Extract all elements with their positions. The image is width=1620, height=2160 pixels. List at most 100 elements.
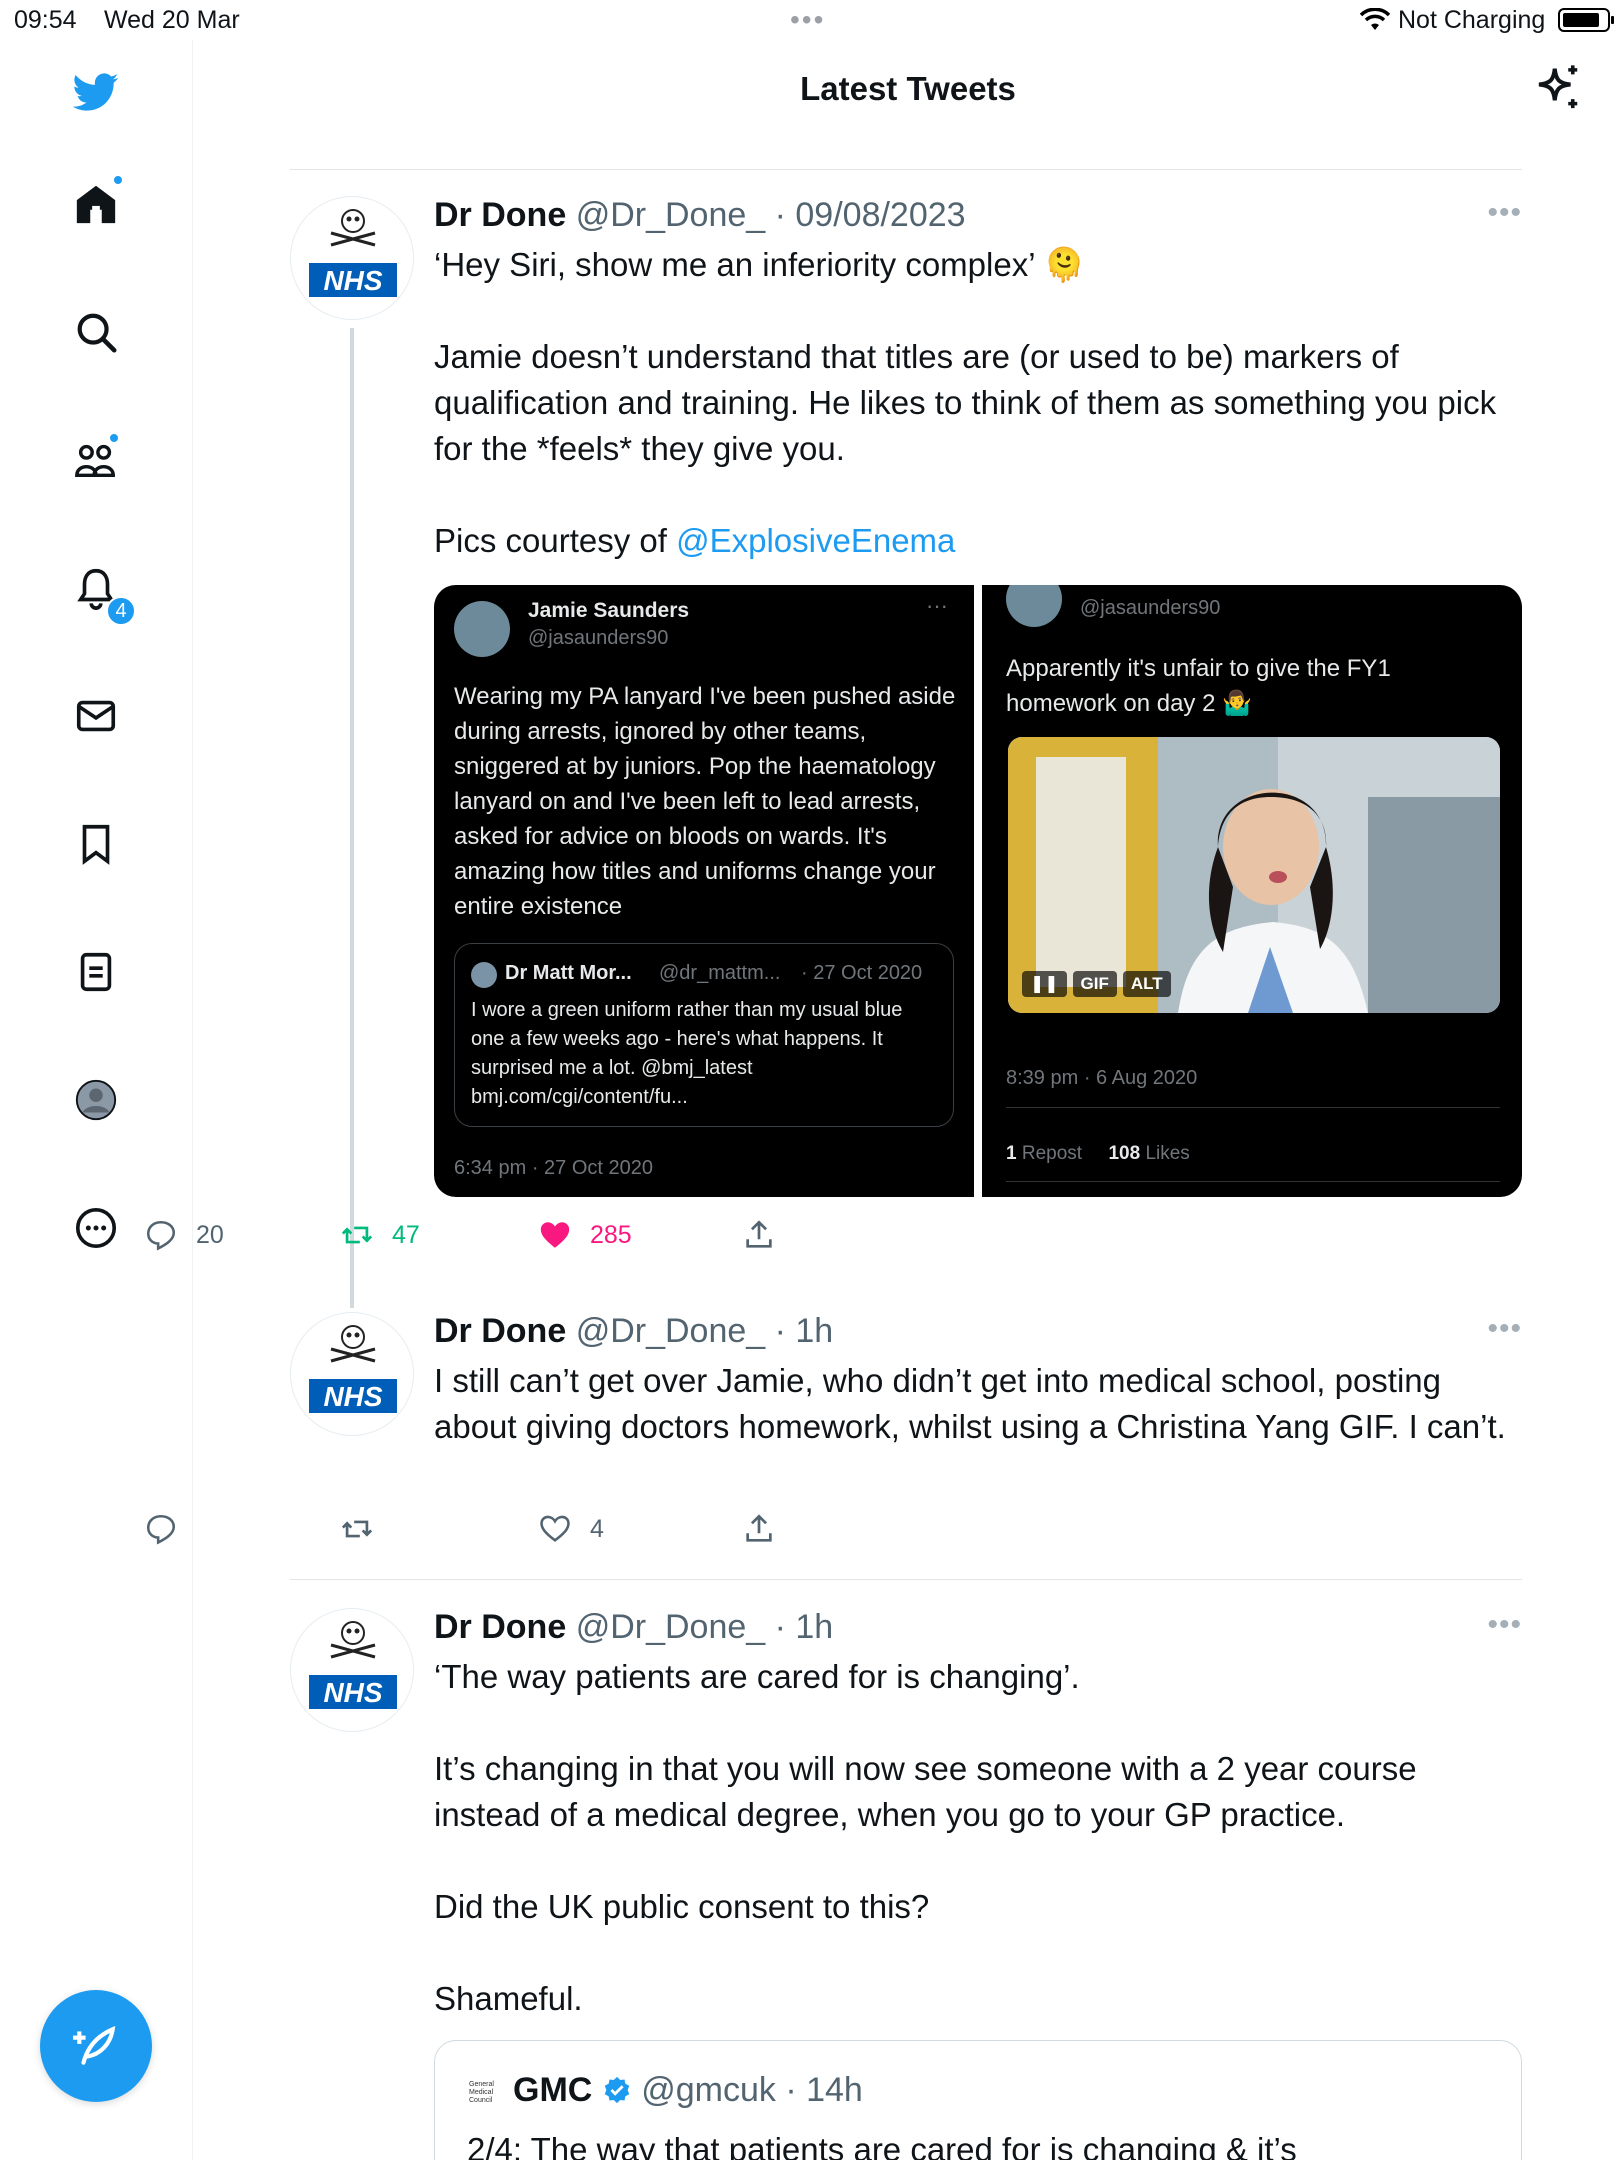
screenshot-divider	[1006, 1107, 1500, 1108]
avatar[interactable]: NHS	[290, 1608, 414, 1732]
quote-date: · 27 Oct 2020	[801, 962, 923, 984]
tweet[interactable]: NHS Dr Done @Dr_Done_ · 1h ••• ‘The way …	[290, 1608, 1522, 2028]
gif-controls[interactable]: ❚❚ GIF ALT	[1022, 971, 1171, 997]
tweet-header: Dr Done @Dr_Done_ · 09/08/2023	[434, 196, 966, 235]
battery-icon	[1558, 8, 1614, 32]
retweet-button[interactable]	[340, 1512, 374, 1546]
screenshot-timestamp: 6:34 pm · 27 Oct 2020	[454, 1157, 654, 1179]
status-time: 09:54	[14, 6, 77, 34]
gif-badge: GIF	[1072, 971, 1117, 997]
quoted-tweet-header: GMC @gmcuk · 14h	[513, 2071, 863, 2110]
tweet-line: ‘Hey Siri, show me an inferiority comple…	[434, 246, 1085, 283]
christina-yang-gif[interactable]: ❚❚ GIF ALT	[1008, 737, 1500, 1013]
screenshot-tweet-text: Apparently it's unfair to give the FY1 h…	[1006, 655, 1391, 717]
screenshot-timestamp: 8:39 pm · 6 Aug 2020	[1006, 1067, 1198, 1089]
lists-icon[interactable]	[66, 942, 126, 1002]
multitasking-dots-icon[interactable]: •••	[790, 4, 825, 36]
heart-filled-icon	[540, 1222, 570, 1248]
screenshot-avatar	[1006, 585, 1062, 627]
tweet-header: Dr Done @Dr_Done_ · 1h	[434, 1608, 833, 1647]
retweet-icon	[341, 1226, 373, 1244]
tweet-more-icon[interactable]: •••	[1487, 1312, 1522, 1346]
messages-envelope-icon[interactable]	[66, 686, 126, 746]
screenshot-more-icon: ···	[926, 593, 948, 618]
share-button[interactable]	[742, 1512, 776, 1546]
compose-tweet-button[interactable]	[40, 1990, 152, 2102]
header-divider	[290, 169, 1522, 170]
more-options-icon[interactable]	[66, 1198, 126, 1258]
communities-icon[interactable]	[66, 430, 126, 490]
like-button[interactable]: 285	[538, 1218, 632, 1252]
share-icon	[746, 1514, 772, 1542]
credit-prefix: Pics courtesy of	[434, 522, 677, 559]
author-name[interactable]: Dr Done	[434, 1608, 566, 1646]
like-count: 285	[590, 1220, 632, 1249]
screenshot-divider	[1006, 1181, 1500, 1182]
screenshot-tweet-text: Wearing my PA lanyard I've been pushed a…	[454, 683, 956, 920]
tweet-paragraph: It’s changing in that you will now see s…	[434, 1750, 1417, 1833]
home-icon[interactable]	[66, 174, 126, 234]
charging-status: Not Charging	[1398, 6, 1546, 34]
quote-avatar	[471, 962, 497, 988]
status-bar: 09:54 Wed 20 Mar ••• Not Charging	[0, 0, 1620, 40]
status-date: Wed 20 Mar	[104, 6, 240, 34]
tweet-actions: 4	[144, 1512, 844, 1552]
reply-button[interactable]: 20	[144, 1218, 224, 1252]
wifi-icon	[1359, 7, 1391, 39]
nhs-logo-text: NHS	[323, 1381, 382, 1412]
author-name[interactable]: Dr Done	[434, 1312, 566, 1350]
screenshot-stats: 1 Repost 108 Likes	[1006, 1143, 1190, 1165]
home-unread-dot	[112, 174, 124, 186]
tweet-more-icon[interactable]: •••	[1487, 196, 1522, 230]
page-title: Latest Tweets	[800, 70, 1016, 107]
mention-link[interactable]: @ExplosiveEnema	[676, 522, 955, 559]
compose-feather-icon	[73, 2025, 116, 2065]
reply-button[interactable]	[144, 1512, 178, 1546]
search-icon[interactable]	[66, 302, 126, 362]
nhs-logo-text: NHS	[323, 265, 382, 296]
retweet-count: 47	[392, 1220, 420, 1249]
bookmarks-icon[interactable]	[66, 814, 126, 874]
tweet-text: ‘The way patients are cared for is chang…	[434, 1654, 1514, 2022]
nhs-logo-text: NHS	[323, 1677, 382, 1708]
share-button[interactable]	[742, 1218, 776, 1252]
alt-badge[interactable]: ALT	[1122, 971, 1171, 997]
tweet-paragraph: Shameful.	[434, 1980, 583, 2017]
reply-count: 20	[196, 1220, 224, 1249]
avatar[interactable]: NHS	[290, 196, 414, 320]
like-button[interactable]: 4	[538, 1512, 604, 1546]
pause-icon[interactable]: ❚❚	[1022, 971, 1067, 997]
tweet-header: Dr Done @Dr_Done_ · 1h	[434, 1312, 833, 1351]
reply-icon	[146, 1514, 176, 1545]
twitter-logo-icon[interactable]	[66, 62, 126, 122]
screenshot-avatar	[454, 601, 510, 657]
quoted-tweet-card[interactable]: General Medical Council GMC @gmcuk · 14h…	[434, 2040, 1522, 2160]
retweet-icon	[341, 1520, 373, 1538]
reply-icon	[146, 1220, 176, 1251]
author-meta: @Dr_Done_ · 1h	[575, 1312, 834, 1350]
tweet-media-grid[interactable]: Jamie Saunders @jasaunders90 ··· Wearing…	[434, 585, 1522, 1197]
media-image-right[interactable]: @jasaunders90 Apparently it's unfair to …	[982, 585, 1522, 1197]
quoted-tweet-text: 2/4: The way that patients are cared for…	[467, 2131, 1297, 2160]
avatar[interactable]: NHS	[290, 1312, 414, 1436]
repost-label: Repost	[1021, 1143, 1083, 1164]
likes-count: 108	[1108, 1143, 1141, 1164]
screenshot-quote-card: Dr Matt Mor... @dr_mattm... · 27 Oct 202…	[454, 943, 954, 1127]
sparkle-timeline-icon[interactable]	[1530, 62, 1584, 116]
like-count: 4	[590, 1514, 604, 1543]
retweet-button[interactable]: 47	[340, 1218, 420, 1252]
quote-author-name: Dr Matt Mor...	[505, 962, 632, 984]
quote-text: I wore a green uniform rather than my us…	[471, 999, 903, 1108]
media-image-left[interactable]: Jamie Saunders @jasaunders90 ··· Wearing…	[434, 585, 974, 1197]
tweet-paragraph: Did the UK public consent to this?	[434, 1888, 930, 1925]
screenshot-author-name: Jamie Saunders	[528, 599, 690, 622]
tweet-paragraph: ‘The way patients are cared for is chang…	[434, 1658, 1080, 1695]
author-name[interactable]: Dr Done	[434, 196, 566, 234]
tweet-paragraph: Jamie doesn’t understand that titles are…	[434, 338, 1497, 467]
profile-avatar-icon[interactable]	[66, 1070, 126, 1130]
communities-unread-dot	[108, 432, 120, 444]
tweet-actions: 20 47 285	[144, 1218, 844, 1258]
share-icon	[746, 1220, 772, 1248]
quoted-author-name[interactable]: GMC	[513, 2071, 592, 2109]
tweet-more-icon[interactable]: •••	[1487, 1608, 1522, 1642]
